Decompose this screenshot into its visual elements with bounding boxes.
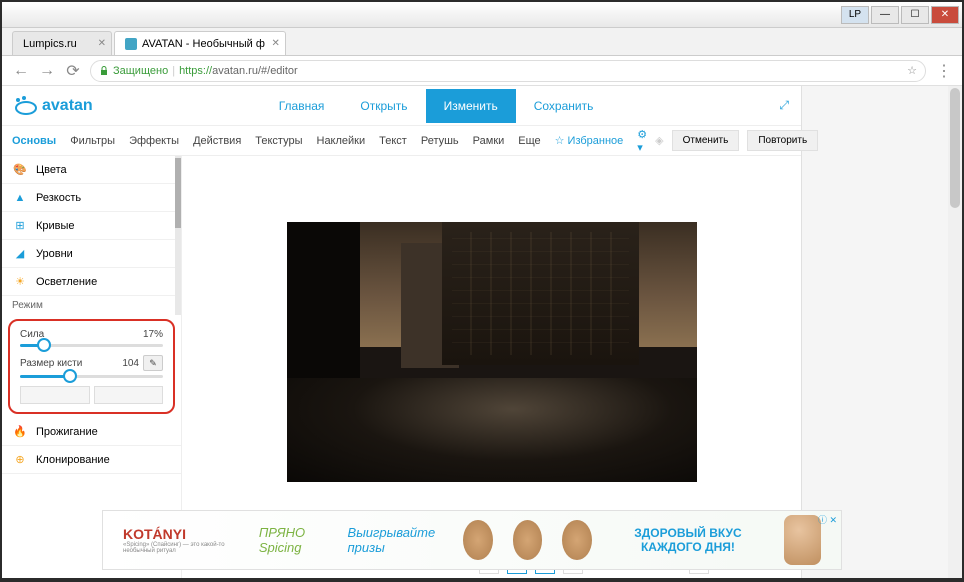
forward-button[interactable]: → <box>38 62 56 80</box>
brush-settings-panel: Сила 17% Размер кисти <box>8 319 175 414</box>
tool-effects[interactable]: Эффекты <box>129 135 179 147</box>
ad-close-icon[interactable]: ⓘ ✕ <box>818 513 837 526</box>
panel-button-2[interactable] <box>94 386 164 404</box>
sun-icon: ☀ <box>12 274 28 290</box>
brush-slider[interactable] <box>20 375 163 378</box>
tab-lumpics[interactable]: Lumpics.ru ✕ <box>12 31 112 55</box>
redo-button[interactable]: Повторить <box>747 130 818 151</box>
maximize-button[interactable]: ☐ <box>901 6 929 24</box>
close-icon[interactable]: ✕ <box>271 38 279 49</box>
ad-product-icon <box>463 520 493 560</box>
editor-header: avatan Главная Открыть Изменить Сохранит… <box>2 86 801 126</box>
slider-thumb[interactable] <box>37 338 51 352</box>
sidebar-scrollbar[interactable] <box>175 156 181 315</box>
browser-tabs: Lumpics.ru ✕ AVATAN - Необычный ф ✕ <box>2 28 962 56</box>
fullscreen-icon[interactable]: ⤢ <box>779 98 789 113</box>
ad-person-image <box>784 515 821 565</box>
tool-retouch[interactable]: Ретушь <box>421 135 459 147</box>
url-field[interactable]: Защищено | https://avatan.ru/#/editor ☆ <box>90 60 926 82</box>
tab-save[interactable]: Сохранить <box>516 89 612 123</box>
tool-basics[interactable]: Основы <box>12 135 56 147</box>
slider-thumb[interactable] <box>63 369 77 383</box>
ad-product-icon <box>562 520 592 560</box>
close-button[interactable]: ✕ <box>931 6 959 24</box>
ad-brand: KOTÁNYI <box>123 526 239 542</box>
tab-main[interactable]: Главная <box>261 89 343 123</box>
layers-icon[interactable]: ◈ <box>655 134 663 147</box>
tab-label: AVATAN - Необычный ф <box>142 38 265 50</box>
sidebar-item-colors[interactable]: 🎨 Цвета <box>2 156 175 184</box>
undo-button[interactable]: Отменить <box>672 130 740 151</box>
secure-badge: Защищено <box>99 65 168 77</box>
triangle-icon: ▲ <box>12 190 28 206</box>
back-button[interactable]: ← <box>12 62 30 80</box>
lock-icon <box>99 66 109 76</box>
canvas-image[interactable] <box>287 222 697 482</box>
levels-icon: ◢ <box>12 246 28 262</box>
address-bar: ← → ⟳ Защищено | https://avatan.ru/#/edi… <box>2 56 962 86</box>
bookmark-icon[interactable]: ☆ <box>907 64 917 77</box>
ad-tagline-1: Выигрывайте призы <box>348 525 443 555</box>
tab-edit[interactable]: Изменить <box>426 89 516 123</box>
strength-value: 17% <box>143 329 163 340</box>
tool-filters[interactable]: Фильтры <box>70 135 115 147</box>
sidebar-item-burn[interactable]: 🔥 Прожигание <box>2 418 181 446</box>
tab-open[interactable]: Открыть <box>342 89 425 123</box>
tool-favorites[interactable]: ☆Избранное <box>555 134 624 147</box>
tool-more[interactable]: Еще <box>518 135 540 147</box>
lp-badge: LP <box>841 6 869 24</box>
sidebar-item-sharpness[interactable]: ▲ Резкость <box>2 184 175 212</box>
window-titlebar: LP — ☐ ✕ <box>2 2 962 28</box>
minimize-button[interactable]: — <box>871 6 899 24</box>
strength-slider[interactable] <box>20 344 163 347</box>
logo-icon <box>14 96 38 116</box>
brush-value: 104 <box>122 358 139 369</box>
ad-tagline-2: ЗДОРОВЫЙ ВКУС КАЖДОГО ДНЯ! <box>612 526 764 554</box>
reload-button[interactable]: ⟳ <box>64 62 82 80</box>
ad-product-icon <box>513 520 543 560</box>
sidebar-item-levels[interactable]: ◢ Уровни <box>2 240 175 268</box>
star-icon: ☆ <box>555 134 565 147</box>
logo[interactable]: avatan <box>14 96 93 116</box>
sidebar-item-clone[interactable]: ⊕ Клонирование <box>2 446 181 474</box>
grid-icon: ⊞ <box>12 218 28 234</box>
tool-textures[interactable]: Текстуры <box>255 135 302 147</box>
panel-button-1[interactable] <box>20 386 90 404</box>
tab-avatan[interactable]: AVATAN - Необычный ф ✕ <box>114 31 286 55</box>
menu-button[interactable]: ⋮ <box>936 61 952 81</box>
tool-stickers[interactable]: Наклейки <box>317 135 366 147</box>
eraser-button[interactable]: ✎ <box>143 355 163 371</box>
favicon-icon <box>125 38 137 50</box>
ad-spice-label: ПРЯНО Spicing <box>259 525 328 555</box>
ad-banner[interactable]: ⓘ ✕ KOTÁNYI «Spicing» (Спайсинг) — это к… <box>102 510 842 570</box>
sidebar-item-curves[interactable]: ⊞ Кривые <box>2 212 175 240</box>
page-scrollbar[interactable] <box>948 86 962 578</box>
mode-label: Режим <box>2 296 175 315</box>
gear-icon[interactable]: ⚙ ▾ <box>637 128 647 154</box>
close-icon[interactable]: ✕ <box>98 38 106 49</box>
tool-text[interactable]: Текст <box>379 135 407 147</box>
tab-label: Lumpics.ru <box>23 38 77 50</box>
stamp-icon: ⊕ <box>12 452 28 468</box>
palette-icon: 🎨 <box>12 162 28 178</box>
tool-frames[interactable]: Рамки <box>473 135 505 147</box>
brush-label: Размер кисти <box>20 358 82 369</box>
tool-actions[interactable]: Действия <box>193 135 241 147</box>
sidebar-item-lighten[interactable]: ☀ Осветление <box>2 268 175 296</box>
toolbar: Основы Фильтры Эффекты Действия Текстуры… <box>2 126 801 156</box>
flame-icon: 🔥 <box>12 424 28 440</box>
